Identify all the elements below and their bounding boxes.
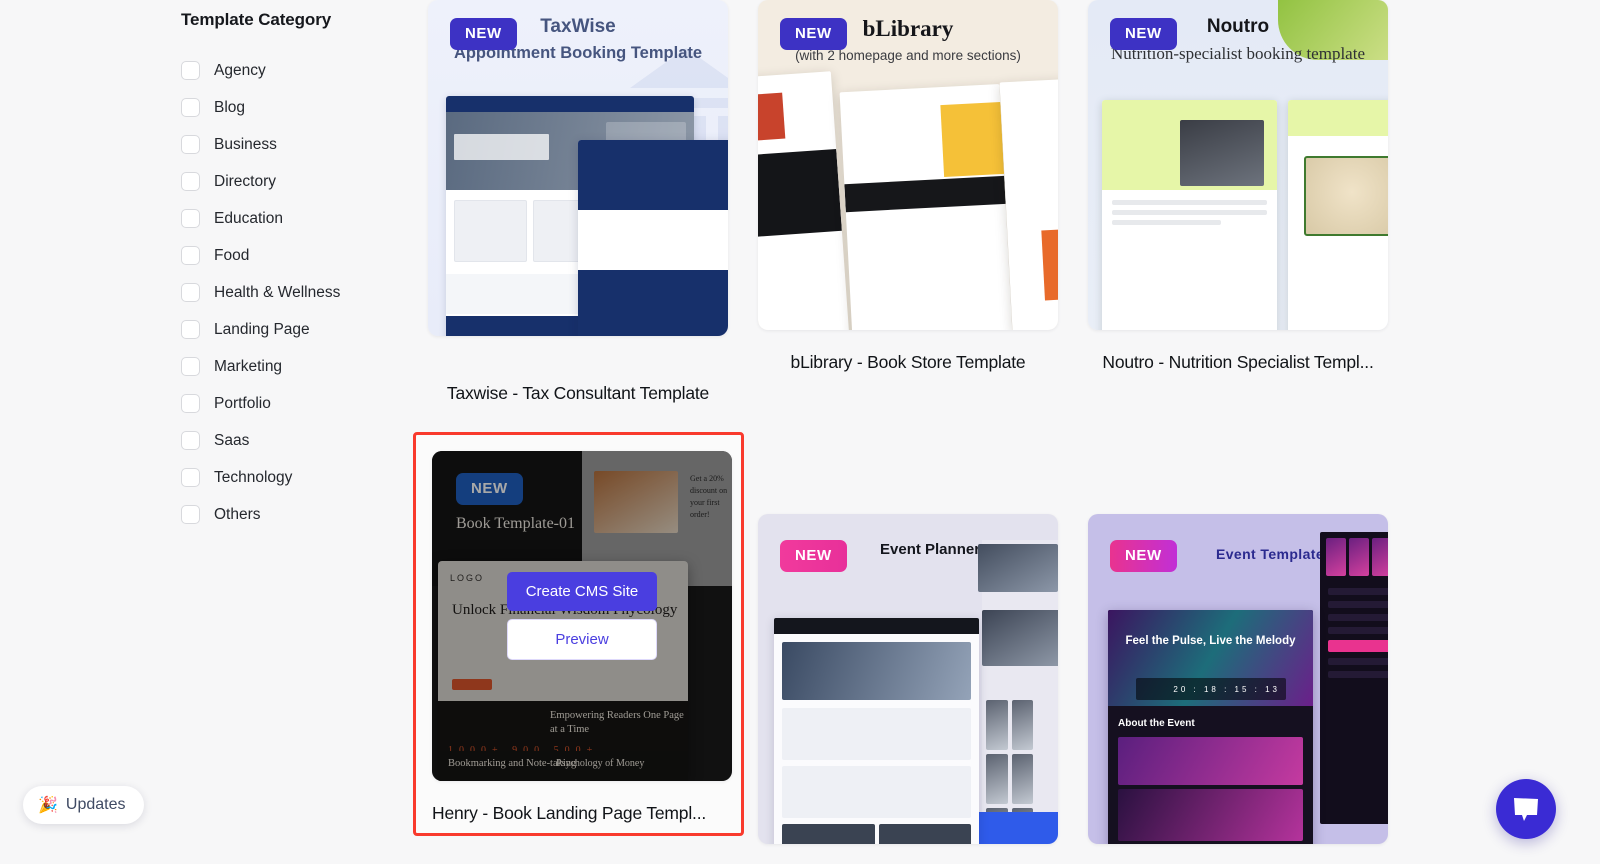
category-filter-label: Agency <box>214 61 266 79</box>
category-filter-education[interactable]: Education <box>181 200 411 237</box>
category-filter-label: Business <box>214 135 277 153</box>
template-gallery-page: Template Category Agency Blog Business Dire… <box>0 0 1600 864</box>
create-cms-site-button[interactable]: Create CMS Site <box>507 572 657 611</box>
category-filter-label: Technology <box>214 468 293 486</box>
template-title: bLibrary - Book Store Template <box>790 352 1026 372</box>
preview-screen-secondary <box>578 140 728 336</box>
category-filter-technology[interactable]: Technology <box>181 459 411 496</box>
preview-screen-main <box>1102 100 1277 330</box>
template-row-1: NEW TaxWise Appointment Booking Template <box>428 0 1428 404</box>
preview-screen-secondary <box>1320 532 1388 824</box>
category-filter-agency[interactable]: Agency <box>181 52 411 89</box>
template-card-henry[interactable]: Get a 20% discount on your first order! … <box>432 451 732 824</box>
template-card-pulse[interactable]: NEW Event Template Feel the Pulse, Live … <box>1088 514 1388 864</box>
template-hover-actions: Create CMS Site Preview <box>507 572 657 660</box>
category-filter-label: Food <box>214 246 250 264</box>
template-thumbnail-taxwise[interactable]: NEW TaxWise Appointment Booking Template <box>428 0 728 336</box>
preview-button[interactable]: Preview <box>507 619 657 660</box>
template-title: Noutro - Nutrition Specialist Templ... <box>1102 352 1374 372</box>
category-filter-blog[interactable]: Blog <box>181 89 411 126</box>
template-category-sidebar: Template Category Agency Blog Business Dire… <box>181 10 411 533</box>
template-card-event-planner[interactable]: NEW Event Planner Template <box>758 514 1058 864</box>
template-thumbnail-henry[interactable]: Get a 20% discount on your first order! … <box>432 451 732 781</box>
new-badge: NEW <box>1110 18 1177 50</box>
pulse-hero-heading: Feel the Pulse, Live the Melody <box>1125 635 1296 647</box>
template-card-taxwise[interactable]: NEW TaxWise Appointment Booking Template <box>428 0 728 404</box>
checkbox[interactable] <box>181 135 200 154</box>
template-thumbnail-blibrary[interactable]: NEW bLibrary (with 2 homepage and more s… <box>758 0 1058 330</box>
template-thumbnail-event-planner[interactable]: NEW Event Planner Template <box>758 514 1058 844</box>
selected-template-card-henry[interactable]: Get a 20% discount on your first order! … <box>413 432 744 836</box>
category-filter-label: Landing Page <box>214 320 310 338</box>
party-popper-icon: 🎉 <box>38 797 58 814</box>
category-filter-list: Agency Blog Business Directory Education Food… <box>181 52 411 533</box>
checkbox[interactable] <box>181 246 200 265</box>
preview-screen-main <box>839 83 1013 330</box>
category-filter-others[interactable]: Others <box>181 496 411 533</box>
checkbox[interactable] <box>181 283 200 302</box>
category-filter-label: Health & Wellness <box>214 283 341 301</box>
checkbox[interactable] <box>181 320 200 339</box>
checkbox[interactable] <box>181 431 200 450</box>
category-filter-label: Directory <box>214 172 277 190</box>
new-badge: NEW <box>450 18 517 50</box>
checkbox[interactable] <box>181 505 200 524</box>
category-filter-marketing[interactable]: Marketing <box>181 348 411 385</box>
template-thumbnail-pulse[interactable]: NEW Event Template Feel the Pulse, Live … <box>1088 514 1388 844</box>
category-filter-label: Blog <box>214 98 246 116</box>
updates-button[interactable]: 🎉 Updates <box>23 786 144 824</box>
pulse-countdown: 20 : 18 : 15 : 13 <box>1136 678 1286 700</box>
sidebar-title: Template Category <box>181 10 332 29</box>
template-thumbnail-noutro[interactable]: NEW Noutro Nutrition-specialist booking … <box>1088 0 1388 330</box>
checkbox[interactable] <box>181 357 200 376</box>
category-filter-label: Marketing <box>214 357 283 375</box>
template-card-blibrary[interactable]: NEW bLibrary (with 2 homepage and more s… <box>758 0 1058 373</box>
new-badge: NEW <box>1110 540 1177 572</box>
category-filter-label: Portfolio <box>214 394 271 412</box>
category-filter-label: Saas <box>214 431 250 449</box>
chat-bubble-icon <box>1514 798 1538 821</box>
pulse-about-heading: About the Event <box>1118 718 1195 729</box>
preview-screen-main: Feel the Pulse, Live the Melody 20 : 18 … <box>1108 610 1313 844</box>
template-title: Henry - Book Landing Page Templ... <box>432 803 707 823</box>
chat-widget-button[interactable] <box>1496 779 1556 839</box>
category-filter-landing-page[interactable]: Landing Page <box>181 311 411 348</box>
updates-label: Updates <box>65 796 126 813</box>
category-filter-saas[interactable]: Saas <box>181 422 411 459</box>
template-brand: Event Template <box>1216 546 1325 562</box>
checkbox[interactable] <box>181 61 200 80</box>
preview-screen-secondary <box>1288 100 1388 330</box>
category-filter-health-wellness[interactable]: Health & Wellness <box>181 274 411 311</box>
category-filter-directory[interactable]: Directory <box>181 163 411 200</box>
checkbox[interactable] <box>181 209 200 228</box>
template-card-noutro[interactable]: NEW Noutro Nutrition-specialist booking … <box>1088 0 1388 373</box>
checkbox[interactable] <box>181 172 200 191</box>
template-title: Taxwise - Tax Consultant Template <box>446 383 710 403</box>
category-filter-business[interactable]: Business <box>181 126 411 163</box>
new-badge: NEW <box>780 18 847 50</box>
preview-screen-secondary <box>942 540 1058 844</box>
preview-screen-left <box>758 71 850 330</box>
checkbox[interactable] <box>181 468 200 487</box>
category-filter-label: Others <box>214 505 261 523</box>
category-filter-portfolio[interactable]: Portfolio <box>181 385 411 422</box>
new-badge: NEW <box>780 540 847 572</box>
checkbox[interactable] <box>181 98 200 117</box>
category-filter-label: Education <box>214 209 283 227</box>
preview-screen-main <box>774 618 979 844</box>
checkbox[interactable] <box>181 394 200 413</box>
category-filter-food[interactable]: Food <box>181 237 411 274</box>
